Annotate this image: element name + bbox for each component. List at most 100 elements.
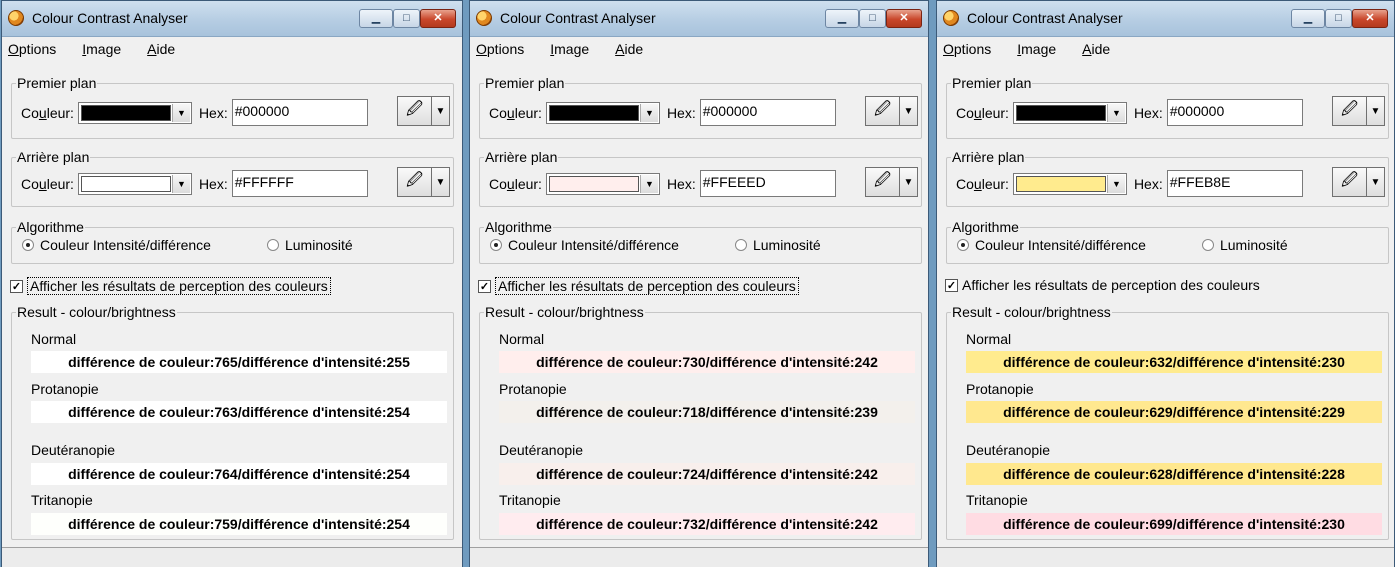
background-hex-label: Hex: [666,175,696,192]
result-value-normal: différence de couleur:730/différence d'i… [499,351,915,373]
show-results-checkbox[interactable]: ✓ Afficher les résultats de perception d… [478,277,799,295]
background-group-label: Arrière plan [484,149,559,165]
eyedropper-icon[interactable]: 🖉 [397,96,432,126]
radio-color-intensity[interactable]: Couleur Intensité/différence [22,237,211,253]
foreground-eyedropper-button[interactable]: 🖉 ▼ [865,96,918,126]
foreground-hex-input[interactable]: #000000 [1166,99,1303,126]
radio-unselected-icon [734,239,747,251]
result-label-tritanopia: Tritanopie [966,492,1028,508]
eyedropper-icon[interactable]: 🖉 [865,167,900,197]
result-label-normal: Normal [31,331,77,347]
radio-luminosity[interactable]: Luminosité [266,237,353,253]
background-hex-input[interactable]: #FFEEED [699,170,836,197]
foreground-group: Premier plan Couleur: ▼ Hex: #000000 🖉 ▼ [479,75,922,139]
foreground-hex-input[interactable]: #000000 [699,99,836,126]
foreground-hex-input[interactable]: #000000 [231,99,368,126]
foreground-color-combo[interactable]: ▼ [545,101,660,124]
radio-unselected-icon [1201,239,1214,251]
background-color-label: Couleur: [21,175,74,192]
maximize-button[interactable]: □ [1325,9,1352,28]
app-window: Colour Contrast Analyser ▁ □ ✕ Options I… [936,0,1395,567]
close-icon: ✕ [1365,12,1375,24]
close-button[interactable]: ✕ [1352,9,1388,28]
maximize-button[interactable]: □ [859,9,886,28]
checkmark-icon: ✓ [945,278,958,292]
menu-options[interactable]: Options [943,41,1004,57]
chevron-down-icon[interactable]: ▼ [639,103,658,122]
background-eyedropper-button[interactable]: 🖉 ▼ [1332,167,1385,197]
background-hex-label: Hex: [198,175,228,192]
menu-bar: Options Image Aide [2,37,462,61]
maximize-button[interactable]: □ [393,9,420,28]
menu-aide[interactable]: Aide [1082,41,1123,57]
background-color-swatch [1015,175,1106,192]
eyedropper-icon[interactable]: 🖉 [397,167,432,197]
background-color-combo[interactable]: ▼ [77,172,192,195]
chevron-down-icon[interactable]: ▼ [171,174,190,193]
foreground-eyedropper-button[interactable]: 🖉 ▼ [397,96,450,126]
result-value-deuteranopia: différence de couleur:764/différence d'i… [31,463,447,485]
background-color-swatch [80,175,171,192]
close-button[interactable]: ✕ [420,9,456,28]
background-group-label: Arrière plan [951,149,1026,165]
background-color-combo[interactable]: ▼ [545,172,660,195]
menu-aide[interactable]: Aide [615,41,656,57]
close-button[interactable]: ✕ [886,9,922,28]
background-group-label: Arrière plan [16,149,91,165]
result-value-deuteranopia: différence de couleur:724/différence d'i… [499,463,915,485]
radio-color-intensity[interactable]: Couleur Intensité/différence [490,237,679,253]
status-bar [937,547,1394,567]
menu-aide[interactable]: Aide [147,41,188,57]
minimize-button[interactable]: ▁ [359,9,393,28]
result-label-protanopia: Protanopie [966,381,1034,397]
background-color-combo[interactable]: ▼ [1012,172,1127,195]
background-eyedropper-button[interactable]: 🖉 ▼ [865,167,918,197]
background-hex-input[interactable]: #FFEB8E [1166,170,1303,197]
eyedropper-icon[interactable]: 🖉 [865,96,900,126]
background-hex-input[interactable]: #FFFFFF [231,170,368,197]
menu-image[interactable]: Image [550,41,602,57]
radio-color-intensity[interactable]: Couleur Intensité/différence [957,237,1146,253]
result-value-normal: différence de couleur:765/différence d'i… [31,351,447,373]
menu-options[interactable]: Options [8,41,69,57]
chevron-down-icon[interactable]: ▼ [900,167,918,197]
foreground-color-combo[interactable]: ▼ [77,101,192,124]
close-icon: ✕ [899,12,909,24]
radio-luminosity-label: Luminosité [752,237,821,253]
minimize-button[interactable]: ▁ [825,9,859,28]
chevron-down-icon[interactable]: ▼ [171,103,190,122]
minimize-button[interactable]: ▁ [1291,9,1325,28]
chevron-down-icon[interactable]: ▼ [1106,174,1125,193]
title-bar[interactable]: Colour Contrast Analyser ▁ □ ✕ [937,1,1394,37]
chevron-down-icon[interactable]: ▼ [900,96,918,126]
title-bar[interactable]: Colour Contrast Analyser ▁ □ ✕ [2,1,462,37]
chevron-down-icon[interactable]: ▼ [1106,103,1125,122]
eyedropper-icon[interactable]: 🖉 [1332,167,1367,197]
result-label-tritanopia: Tritanopie [499,492,561,508]
app-window: Colour Contrast Analyser ▁ □ ✕ Options I… [469,0,929,567]
chevron-down-icon[interactable]: ▼ [1367,96,1385,126]
result-value-protanopia: différence de couleur:629/différence d'i… [966,401,1382,423]
title-bar[interactable]: Colour Contrast Analyser ▁ □ ✕ [470,1,928,37]
show-results-checkbox[interactable]: ✓ Afficher les résultats de perception d… [10,277,331,295]
menu-image[interactable]: Image [82,41,134,57]
radio-luminosity[interactable]: Luminosité [1201,237,1288,253]
foreground-color-combo[interactable]: ▼ [1012,101,1127,124]
chevron-down-icon[interactable]: ▼ [432,167,450,197]
menu-label-rest: ide [624,41,644,57]
background-eyedropper-button[interactable]: 🖉 ▼ [397,167,450,197]
algorithm-group-label: Algorithme [16,219,85,235]
background-color-label: Couleur: [956,175,1009,192]
chevron-down-icon[interactable]: ▼ [1367,167,1385,197]
foreground-eyedropper-button[interactable]: 🖉 ▼ [1332,96,1385,126]
chevron-down-icon[interactable]: ▼ [639,174,658,193]
show-results-label: Afficher les résultats de perception des… [27,277,331,295]
radio-luminosity-label: Luminosité [1219,237,1288,253]
show-results-checkbox[interactable]: ✓ Afficher les résultats de perception d… [945,277,1260,293]
chevron-down-icon[interactable]: ▼ [432,96,450,126]
menu-options[interactable]: Options [476,41,537,57]
menu-image[interactable]: Image [1017,41,1069,57]
foreground-color-label: Couleur: [489,104,542,121]
radio-luminosity[interactable]: Luminosité [734,237,821,253]
eyedropper-icon[interactable]: 🖉 [1332,96,1367,126]
